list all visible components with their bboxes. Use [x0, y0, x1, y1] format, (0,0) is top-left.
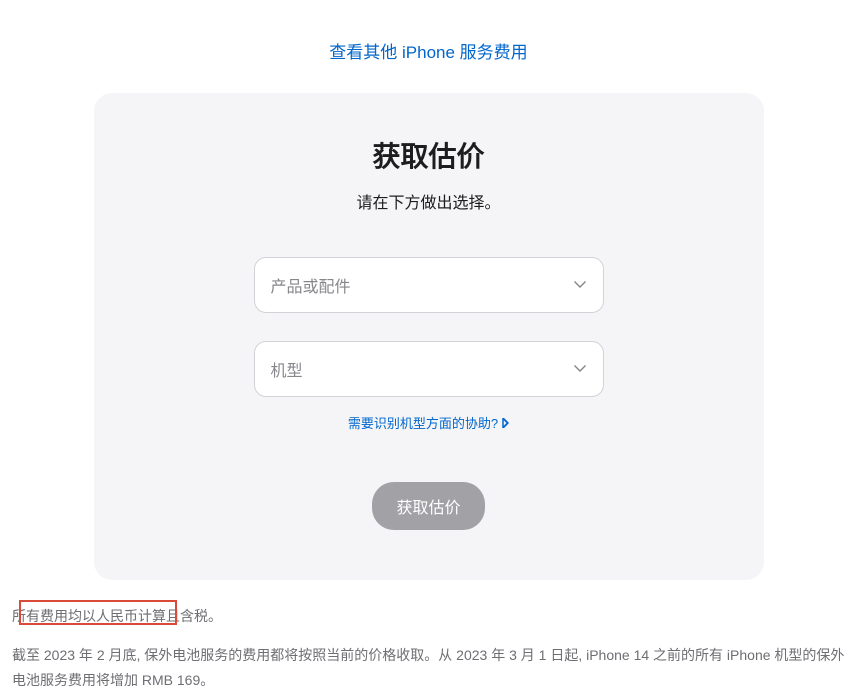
- identify-model-help-link[interactable]: 需要识别机型方面的协助?: [348, 413, 509, 432]
- footer-note-2: 截至 2023 年 2 月底, 保外电池服务的费用都将按照当前的价格收取。从 2…: [12, 643, 847, 693]
- card-title: 获取估价: [134, 135, 724, 175]
- view-other-services-link[interactable]: 查看其他 iPhone 服务费用: [329, 43, 527, 62]
- card-subtitle: 请在下方做出选择。: [134, 189, 724, 213]
- chevron-down-icon: [573, 362, 587, 376]
- estimate-card: 获取估价 请在下方做出选择。 产品或配件 机型 需要识别机型方面的协助? 获取估…: [94, 93, 764, 580]
- footer-note-1: 所有费用均以人民币计算且含税。: [12, 604, 847, 629]
- product-select[interactable]: 产品或配件: [254, 257, 604, 313]
- chevron-right-icon: [502, 418, 509, 428]
- chevron-down-icon: [573, 278, 587, 292]
- get-estimate-button[interactable]: 获取估价: [372, 482, 484, 530]
- model-select[interactable]: 机型: [254, 341, 604, 397]
- model-select-placeholder: 机型: [271, 357, 303, 381]
- help-link-text: 需要识别机型方面的协助?: [348, 413, 498, 432]
- product-select-placeholder: 产品或配件: [271, 273, 351, 297]
- footer-notes: 所有费用均以人民币计算且含税。 截至 2023 年 2 月底, 保外电池服务的费…: [12, 604, 847, 694]
